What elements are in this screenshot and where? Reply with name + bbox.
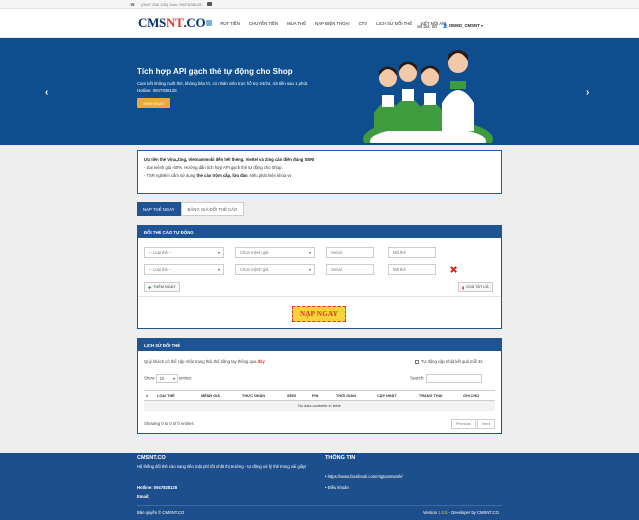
hero-view-button[interactable]: XEM NGAY: [137, 98, 170, 108]
pagination-previous[interactable]: Previous: [451, 419, 476, 429]
col-pin[interactable]: PIN: [312, 394, 318, 398]
footer-brand: CMSNT.CO: [137, 455, 166, 461]
notice-line-1: Ưu tiên thẻ Vina,Zing, Vietnammobi đến h…: [144, 157, 315, 162]
chevron-down-icon: [480, 24, 483, 27]
history-table-header: # LOẠI THẺ MỆNH GIÁ THỰC NHẬN SERI PIN T…: [144, 390, 495, 401]
card-code-input[interactable]: Mã thẻ: [388, 264, 436, 275]
history-hint: Quý khách có thể cập nhật trạng thái thẻ…: [144, 359, 265, 364]
tab-price-table[interactable]: BẢNG GIÁ ĐỔI THẺ CÀO: [180, 202, 245, 216]
divider: [138, 296, 501, 297]
clear-all-button[interactable]: ▮ XOÁ TẤT CẢ: [458, 282, 493, 292]
exchange-panel: ĐỔI THẺ CÀO TỰ ĐỘNG -- Loại thẻ -- Chọn …: [137, 225, 502, 329]
card-type-select[interactable]: -- Loại thẻ --: [144, 264, 224, 275]
nav-item-withdraw[interactable]: RÚT TIỀN: [220, 21, 240, 26]
col-received[interactable]: THỰC NHẬN: [242, 394, 265, 398]
col-amount[interactable]: MỆNH GIÁ: [201, 394, 220, 398]
tab-topup[interactable]: NẠP THẺ NGAY: [137, 202, 181, 216]
footer-version: Version 1.0.5 - Developer by CMSNT.CO: [423, 510, 499, 515]
chevron-down-icon: [309, 269, 311, 271]
col-index[interactable]: #: [146, 394, 148, 398]
checkbox-icon: [415, 359, 419, 364]
amount-select[interactable]: Chọn mệnh giá: [235, 247, 315, 258]
footer-about: Hệ thống đổi thẻ cào sang tiền mặt phí t…: [137, 464, 307, 469]
logo-badge-icon: [206, 20, 213, 26]
balance-text: Số Dư: 0đ: [417, 23, 437, 29]
nav-item-phone-topup[interactable]: NẠP ĐIỆN THOẠI: [315, 21, 349, 26]
footer-email: Email:: [137, 494, 150, 499]
page-size-select[interactable]: 10: [155, 374, 178, 383]
footer: CMSNT.CO Hệ thống đổi thẻ cào sang tiền …: [0, 453, 639, 520]
notice-box: Ưu tiên thẻ Vina,Zing, Vietnammobi đến h…: [137, 150, 502, 194]
history-panel: LỊCH SỬ ĐỔI THẺ Quý khách có thể cập nhậ…: [137, 338, 502, 434]
contact-text: (0947 838 128) Zalo: 0947838128: [140, 1, 202, 7]
amount-select[interactable]: Chọn mệnh giá: [235, 264, 315, 275]
col-serial[interactable]: SERI: [287, 394, 296, 398]
page-size-control: Show 10 entries: [144, 374, 192, 383]
support-team-illustration: [363, 50, 493, 143]
carousel-prev-icon[interactable]: ‹: [45, 87, 48, 98]
user-icon: 👤: [442, 23, 448, 28]
table-info: Showing 0 to 0 of 0 entries: [144, 421, 194, 426]
footer-terms-link[interactable]: • Điều khoản: [325, 484, 349, 491]
main-navbar: CMS NT .CO RÚT TIỀN CHUYỂN TIỀN MUA THẺ NẠ…: [0, 9, 639, 38]
footer-copyright: Bản quyền © CMSNT.CO: [137, 510, 185, 515]
nav-menu: RÚT TIỀN CHUYỂN TIỀN MUA THẺ NẠP ĐIỆN TH…: [220, 21, 446, 26]
carousel-next-icon[interactable]: ›: [586, 87, 589, 98]
serial-input[interactable]: Serial: [326, 264, 374, 275]
col-note[interactable]: GHI CHÚ: [463, 394, 479, 398]
empty-table-message: No data available in table: [144, 401, 495, 411]
col-status[interactable]: TRẠNG THÁI: [419, 394, 442, 398]
footer-facebook-link[interactable]: • https://www.facebook.com/ntgtanetwork/: [325, 473, 403, 480]
col-card-type[interactable]: LOẠI THẺ: [157, 394, 175, 398]
chevron-down-icon: [309, 252, 311, 254]
col-updated[interactable]: CẬP NHẬT: [377, 394, 397, 398]
nav-item-buy-card[interactable]: MUA THẺ: [287, 21, 306, 26]
username: DEMO_CMSNT: [449, 23, 480, 28]
hero-description: Cam kết không nuốt thẻ, không bảo trì, c…: [137, 81, 309, 93]
site-logo[interactable]: CMS NT .CO: [138, 15, 213, 31]
mail-icon[interactable]: [207, 2, 213, 6]
footer-divider: [137, 505, 502, 506]
top-bar: ☎ (0947 838 128) Zalo: 0947838128: [0, 0, 639, 9]
nav-right: Số Dư: 0đ 👤 DEMO_CMSNT: [417, 23, 483, 29]
col-time[interactable]: THỜI GIAN: [336, 394, 356, 398]
search-control: Search:: [410, 374, 482, 383]
card-type-select[interactable]: -- Loại thẻ --: [144, 247, 224, 258]
chevron-down-icon: [218, 269, 220, 271]
remove-row-icon[interactable]: [449, 265, 458, 274]
pagination-next[interactable]: Next: [477, 419, 495, 429]
footer-hotline: Hotline: 0947838128: [137, 485, 178, 490]
notice-line-2: - Sai mệnh giá -50%. Hướng dẫn tích hợp …: [144, 165, 283, 170]
auto-update-checkbox[interactable]: Tự động cập nhật kết quả mỗi 3s: [415, 359, 482, 364]
footer-info-title: THÔNG TIN: [325, 455, 356, 461]
submit-topup-button[interactable]: NẠP NGAY: [292, 306, 346, 322]
tabs: NẠP THẺ NGAY BẢNG GIÁ ĐỔI THẺ CÀO: [137, 202, 245, 216]
update-link[interactable]: đây: [258, 359, 265, 364]
hero-banner: ‹ › Tích hợp API gạch thẻ tự động cho Sh…: [0, 38, 639, 145]
search-input[interactable]: [425, 374, 482, 383]
chevron-down-icon: [172, 378, 175, 380]
notice-line-3: - TSR nghiêm cấm sử dụng thẻ cào trộm cắ…: [144, 173, 292, 178]
card-code-input[interactable]: Mã thẻ: [388, 247, 436, 258]
phone-icon: ☎: [130, 1, 135, 7]
exchange-panel-header: ĐỔI THẺ CÀO TỰ ĐỘNG: [138, 226, 501, 238]
plus-icon: ✚: [148, 285, 152, 290]
chevron-down-icon: [218, 252, 220, 254]
history-panel-header: LỊCH SỬ ĐỔI THẺ: [138, 339, 501, 351]
user-menu[interactable]: 👤 DEMO_CMSNT: [443, 23, 483, 29]
nav-item-transfer[interactable]: CHUYỂN TIỀN: [249, 21, 278, 26]
add-row-button[interactable]: ✚ THÊM NGÀY: [144, 282, 180, 292]
nav-item-ctv[interactable]: CTV: [359, 21, 368, 26]
nav-item-history[interactable]: LỊCH SỬ ĐỔI THẺ: [376, 21, 412, 26]
trash-icon: ▮: [462, 285, 465, 290]
hero-title: Tích hợp API gạch thẻ tự động cho Shop: [137, 67, 293, 76]
serial-input[interactable]: Serial: [326, 247, 374, 258]
